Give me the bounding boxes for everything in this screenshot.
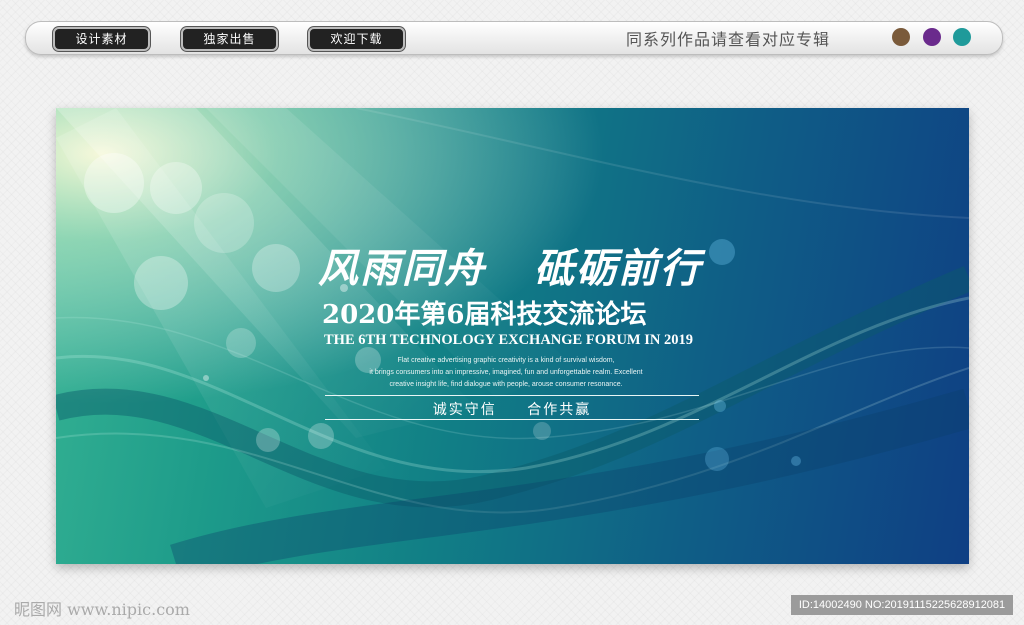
slogan-right: 合作共赢 [527, 402, 592, 418]
description-line: it brings consumers into an impressive, … [369, 369, 643, 376]
welcome-download-button[interactable]: 欢迎下载 [308, 27, 405, 51]
description-line: Flat creative advertising graphic creati… [397, 357, 615, 364]
headline-part-1: 风雨同舟 [318, 245, 486, 292]
series-note: 同系列作品请查看对应专辑 [626, 30, 831, 49]
slogan-left: 诚实守信 [432, 402, 497, 418]
divider-top [325, 395, 699, 396]
purple-color-dot[interactable] [923, 28, 941, 46]
description-line: creative insight life, find dialogue wit… [389, 381, 623, 388]
forum-title-cn: 2020年第6届科技交流论坛 [322, 300, 647, 330]
brown-color-dot[interactable] [892, 28, 910, 46]
forum-banner: 风雨同舟 砥砺前行 2020年第6届科技交流论坛 THE 6TH TECHNOL… [56, 108, 969, 564]
divider-bottom [325, 419, 699, 420]
slogan: 诚实守信 合作共赢 [325, 399, 699, 419]
headline-part-2: 砥砺前行 [534, 245, 702, 292]
site-watermark: 昵图网 www.nipic.com [14, 600, 190, 619]
top-toolbar: 设计素材 独家出售 欢迎下载 同系列作品请查看对应专辑 [25, 21, 1003, 55]
teal-color-dot[interactable] [953, 28, 971, 46]
forum-title-en: THE 6TH TECHNOLOGY EXCHANGE FORUM IN 201… [324, 332, 693, 348]
exclusive-sale-button[interactable]: 独家出售 [181, 27, 278, 51]
id-watermark: ID:14002490 NO:20191115225628912081 [791, 595, 1013, 615]
design-material-button[interactable]: 设计素材 [53, 27, 150, 51]
description-text: Flat creative advertising graphic creati… [314, 355, 698, 391]
